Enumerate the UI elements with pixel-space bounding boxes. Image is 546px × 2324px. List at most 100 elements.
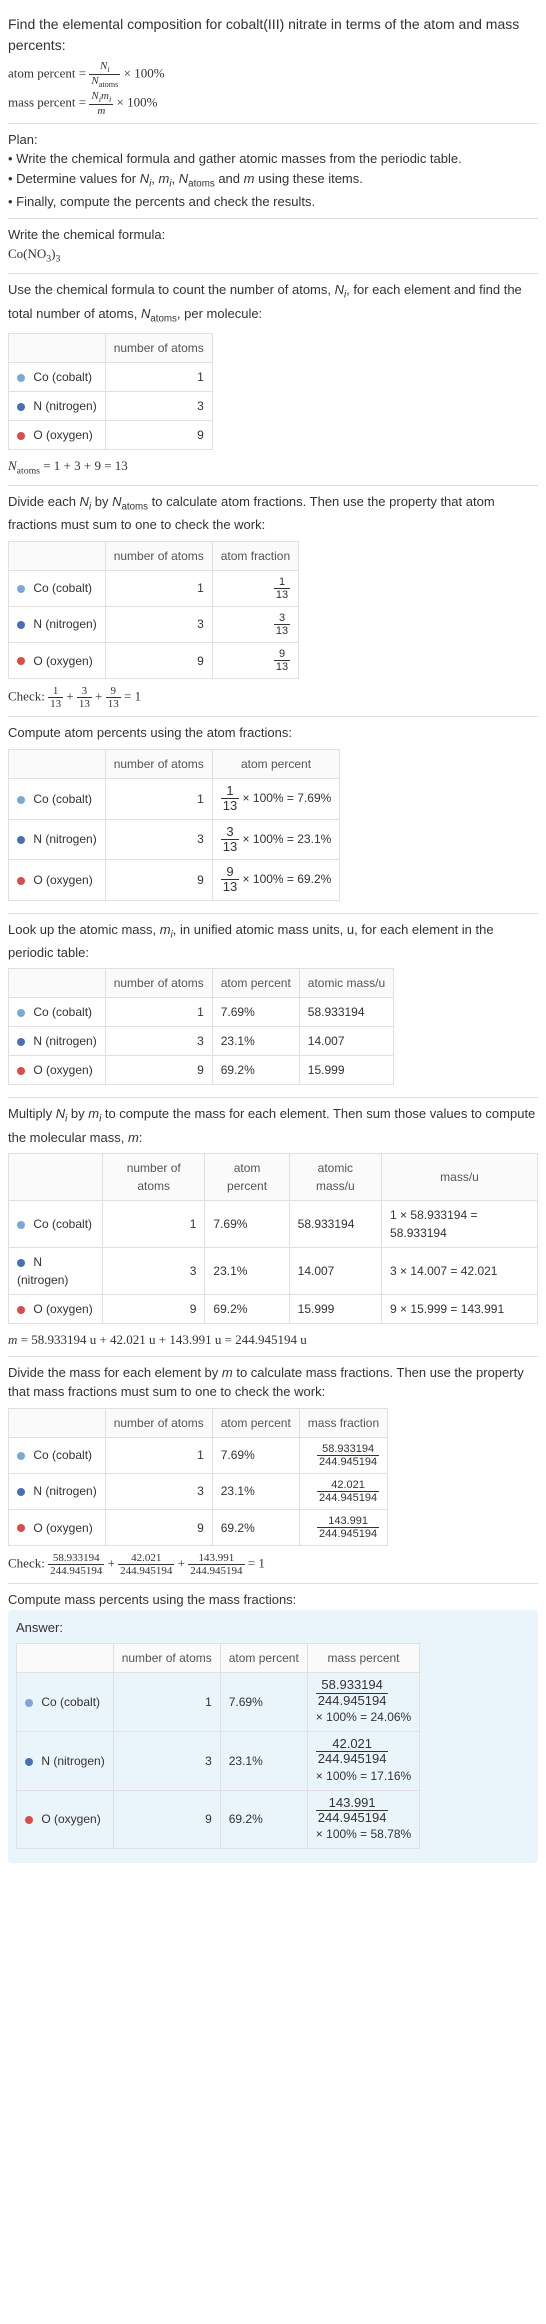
suffix: × 100% xyxy=(120,66,164,81)
h: atom fraction xyxy=(212,541,298,570)
n: 42.021 xyxy=(317,1479,379,1492)
n: 3 xyxy=(274,612,290,625)
v: 7.69% xyxy=(220,1673,307,1732)
cobalt-dot-icon xyxy=(17,374,25,382)
v: 9 × 15.999 = 143.991 xyxy=(382,1295,538,1324)
step-title: Compute atom percents using the atom fra… xyxy=(8,723,538,743)
v: 15.999 xyxy=(299,1056,393,1085)
table-row: Co (cobalt)17.69%58.933194244.945194× 10… xyxy=(17,1673,420,1732)
v: 3 × 14.007 = 42.021 xyxy=(382,1248,538,1295)
nitrogen-dot-icon xyxy=(17,403,25,411)
s: 3 xyxy=(56,254,61,265)
t: by xyxy=(67,1106,88,1121)
t: N (nitrogen) xyxy=(30,617,97,631)
v: 313 xyxy=(212,606,298,642)
v: 143.991244.945194× 100% = 58.78% xyxy=(307,1790,419,1849)
check-equation: Check: 113 + 313 + 913 = 1 xyxy=(8,685,538,710)
table-row: N (nitrogen)323.1%14.007 xyxy=(9,1027,394,1056)
element-cell: Co (cobalt) xyxy=(9,1437,106,1473)
t: : xyxy=(139,1130,143,1145)
v: 9 xyxy=(105,420,212,449)
table-row: Co (cobalt)17.69%58.9331941 × 58.933194 … xyxy=(9,1201,538,1248)
v: 58.933194244.945194 xyxy=(299,1437,387,1473)
t: = 58.933194 u + 42.021 u + 143.991 u = 2… xyxy=(17,1332,306,1347)
nitrogen-dot-icon xyxy=(17,621,25,629)
n: 58.933194 xyxy=(48,1552,104,1565)
v: 3 xyxy=(105,606,212,642)
t: = 1 xyxy=(121,689,141,704)
mass-fraction-table: number of atomsatom percentmass fraction… xyxy=(8,1408,388,1547)
label: mass percent = xyxy=(8,94,89,109)
v: 313 × 100% = 23.1% xyxy=(212,819,340,860)
table-row: O (oxygen)969.2%15.999 xyxy=(9,1056,394,1085)
table-row: Co (cobalt)1113 × 100% = 7.69% xyxy=(9,778,340,819)
n: 58.933194 xyxy=(317,1443,379,1456)
element-cell: Co (cobalt) xyxy=(9,778,106,819)
step-mass-percents: Compute mass percents using the mass fra… xyxy=(8,1584,538,1869)
element-cell: O (oxygen) xyxy=(9,1056,106,1085)
h: number of atoms xyxy=(105,541,212,570)
m-total: m = 58.933194 u + 42.021 u + 143.991 u =… xyxy=(8,1330,538,1350)
cobalt-dot-icon xyxy=(17,1452,25,1460)
v: 69.2% xyxy=(220,1790,307,1849)
table-row: Co (cobalt)1 xyxy=(9,362,213,391)
element-cell: N (nitrogen) xyxy=(9,606,106,642)
plan-title: Plan: xyxy=(8,130,538,150)
element-cell: O (oxygen) xyxy=(9,420,106,449)
t: × 100% = 58.78% xyxy=(316,1827,411,1841)
fraction: NiNatoms xyxy=(89,60,120,90)
t: × 100% = 17.16% xyxy=(316,1769,411,1783)
table-row: N (nitrogen)323.1%42.021244.945194 xyxy=(9,1473,388,1509)
v: 143.991244.945194 xyxy=(299,1510,387,1546)
table-row: O (oxygen)9 xyxy=(9,420,213,449)
v: 113 × 100% = 7.69% xyxy=(212,778,340,819)
table-header: number of atomsatom percentatomic mass/u… xyxy=(9,1154,538,1201)
element-cell: N (nitrogen) xyxy=(9,819,106,860)
v: 7.69% xyxy=(212,998,299,1027)
h: number of atoms xyxy=(103,1154,205,1201)
step-mass-fractions: Divide the mass for each element by m to… xyxy=(8,1357,538,1585)
step-text: Multiply Ni by mi to compute the mass fo… xyxy=(8,1104,538,1147)
element-cell: O (oxygen) xyxy=(9,1295,103,1324)
h: number of atoms xyxy=(105,749,212,778)
cobalt-dot-icon xyxy=(17,1221,25,1229)
nitrogen-dot-icon xyxy=(17,1259,25,1267)
d: 244.945194 xyxy=(317,1456,379,1468)
v: 58.933194 xyxy=(289,1201,381,1248)
answer-table: number of atomsatom percentmass percent … xyxy=(16,1643,420,1849)
t: , xyxy=(172,171,179,186)
v: 42.021244.945194× 100% = 17.16% xyxy=(307,1731,419,1790)
v: 14.007 xyxy=(299,1027,393,1056)
mass-table: number of atomsatom percentatomic mass/u… xyxy=(8,1153,538,1324)
atoms: atoms xyxy=(99,80,119,89)
chemical-formula: Co(NO3)3 xyxy=(8,244,538,267)
table-row: N (nitrogen) 3313 xyxy=(9,606,299,642)
fraction: Nimim xyxy=(89,90,113,117)
t: Divide each xyxy=(8,494,80,509)
t: Co(NO xyxy=(8,246,46,261)
t: by xyxy=(91,494,112,509)
t: Co (cobalt) xyxy=(30,792,92,806)
atom-percent-table: number of atomsatom percent Co (cobalt)1… xyxy=(8,749,340,901)
t: O (oxygen) xyxy=(30,873,93,887)
t: × 100% = 69.2% xyxy=(239,872,331,886)
d: 13 xyxy=(274,589,290,601)
t: Co (cobalt) xyxy=(30,1005,92,1019)
t: N (nitrogen) xyxy=(30,399,97,413)
v: 9 xyxy=(105,860,212,901)
element-cell: O (oxygen) xyxy=(17,1790,114,1849)
v: 1 xyxy=(105,998,212,1027)
n: 42.021 xyxy=(316,1737,389,1752)
t: N (nitrogen) xyxy=(30,1034,97,1048)
table-row: O (oxygen)969.2%143.991244.945194 xyxy=(9,1510,388,1546)
t: and xyxy=(215,171,244,186)
v: 42.021244.945194 xyxy=(299,1473,387,1509)
t: Multiply xyxy=(8,1106,56,1121)
element-cell: Co (cobalt) xyxy=(9,570,106,606)
atoms-table: number of atoms Co (cobalt)1 N (nitrogen… xyxy=(8,333,213,450)
N: N xyxy=(91,90,98,102)
h: number of atoms xyxy=(113,1644,220,1673)
question-text: Find the elemental composition for cobal… xyxy=(8,14,538,56)
table-row: N (nitrogen)323.1%42.021244.945194× 100%… xyxy=(17,1731,420,1790)
t: Check: xyxy=(8,1556,48,1571)
